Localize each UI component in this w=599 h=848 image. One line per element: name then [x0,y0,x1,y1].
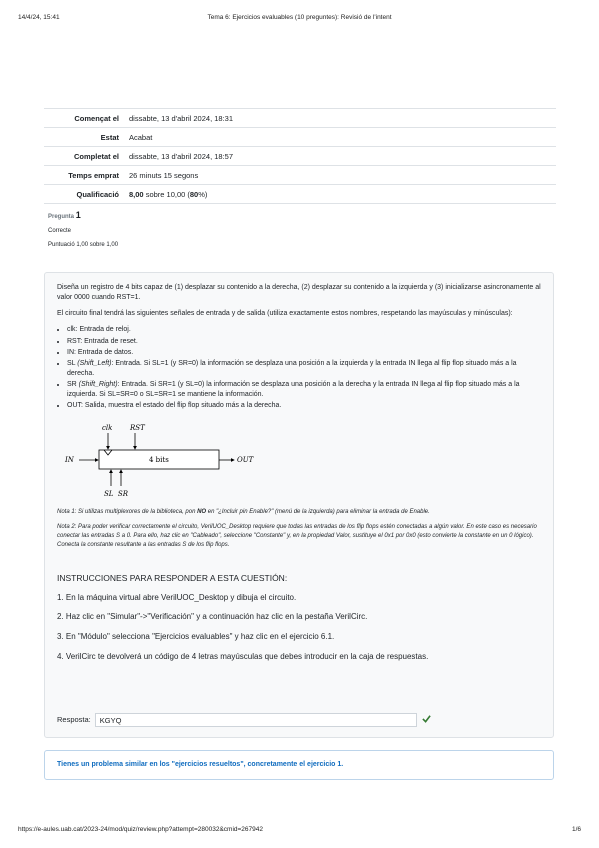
question-grade: Puntuació 1,00 sobre 1,00 [48,242,119,248]
summary-value: 26 minuts 15 segons [124,165,556,185]
check-icon [422,714,431,727]
summary-row: Temps emprat 26 minuts 15 segons [44,165,556,185]
list-item: clk: Entrada de reloj. [67,325,541,335]
summary-row: Començat el dissabte, 13 d'abril 2024, 1… [44,108,556,128]
summary-row: Estat Acabat [44,127,556,147]
grade-score: 8,00 [129,189,144,199]
question-intro: Diseña un registro de 4 bits capaz de (1… [57,284,541,302]
question-content: Diseña un registro de 4 bits capaz de (1… [44,272,554,738]
summary-value: dissabte, 13 d'abril 2024, 18:31 [124,108,556,128]
question-number: Pregunta 1 [48,210,118,220]
grade-value: 8,00 sobre 10,00 (80%) [124,184,556,204]
note-1: Nota 1: Si utilizas multiplexores de la … [57,508,430,515]
answer-label: Resposta: [57,714,91,724]
instructions-title: INSTRUCCIONES PARA RESPONDER A ESTA CUES… [57,572,288,583]
general-feedback: Tienes un problema similar en los "ejerc… [44,750,554,780]
summary-value: dissabte, 13 d'abril 2024, 18:57 [124,146,556,166]
list-item: SR (Shift_Right): Entrada. Si SR=1 (y SL… [67,380,541,400]
instruction-step: 1. En la máquina virtual abre VerilUOC_D… [57,592,297,602]
question-state: Correcte [48,228,72,234]
question-num: 1 [75,210,81,220]
note-2: Nota 2: Para poder verificar correctamen… [57,523,537,548]
summary-value: Acabat [124,127,556,147]
summary-row: Qualificació 8,00 sobre 10,00 (80%) [44,184,556,204]
instruction-step: 2. Haz clic en "Simular"->"Verificación"… [57,612,368,622]
summary-row: Completat el dissabte, 13 d'abril 2024, … [44,146,556,166]
rst-label: RST [129,424,146,432]
register-diagram: clk RST 4 bits IN OUT SL SR [57,420,257,502]
question-info: Pregunta 1 Correcte Puntuació 1,00 sobre… [48,210,118,256]
answer-row: Resposta: KGYQ [57,713,431,727]
summary-label: Completat el [44,146,124,166]
grade-end: %) [198,189,208,199]
summary-label: Estat [44,127,124,147]
summary-label: Qualificació [44,184,124,204]
print-footer: https://e-aules.uab.cat/2023-24/mod/quiz… [18,826,581,836]
print-url: https://e-aules.uab.cat/2023-24/mod/quiz… [18,826,264,833]
list-item: OUT: Salida, muestra el estado del flip … [67,401,541,411]
in-label: IN [64,456,75,464]
out-label: OUT [237,456,255,464]
grade-mid: sobre 10,00 ( [143,189,190,199]
grade-percent: 80 [189,189,199,199]
summary-label: Començat el [44,108,124,128]
list-item: IN: Entrada de datos. [67,348,541,358]
answer-input[interactable]: KGYQ [94,713,417,727]
print-page: 1/6 [571,826,581,833]
list-item: SL (Shift_Left): Entrada. Si SL=1 (y SR=… [67,359,541,379]
summary-label: Temps emprat [44,165,124,185]
signals-list: clk: Entrada de reloj. RST: Entrada de r… [57,325,541,411]
signals-intro: El circuito final tendrá las siguientes … [57,310,513,318]
block-label: 4 bits [149,456,169,464]
instruction-step: 4. VerilCirc te devolverá un código de 4… [57,651,429,661]
attempt-summary-table: Començat el dissabte, 13 d'abril 2024, 1… [44,108,556,204]
sl-sr-label: SL SR [104,490,129,498]
question-label: Pregunta [48,214,75,220]
list-item: RST: Entrada de reset. [67,337,541,347]
register-diagram-svg: clk RST 4 bits IN OUT SL SR [64,424,255,498]
print-title: Tema 6: Ejercicios evaluables (10 pregun… [207,14,392,21]
instruction-step: 3. En "Módulo" selecciona "Ejercicios ev… [57,632,335,642]
print-header: 14/4/24, 15:41 Tema 6: Ejercicios evalua… [18,14,581,24]
clk-label: clk [102,424,112,432]
